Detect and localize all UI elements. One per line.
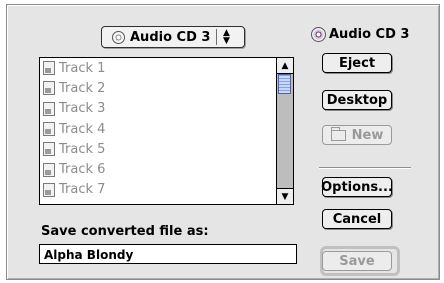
scroll-down-arrow-icon[interactable]: ▼	[277, 188, 293, 204]
new-folder-button[interactable]: New	[322, 125, 392, 145]
file-list-rows: Track 1 Track 2 Track 3 Track 4 Track 5 …	[40, 58, 275, 200]
file-list[interactable]: Track 1 Track 2 Track 3 Track 4 Track 5 …	[39, 57, 294, 205]
current-volume: Audio CD 3	[311, 27, 409, 42]
save-dialog: Audio CD 3 ▲ ▼ Audio CD 3 Track 1 Track 2…	[6, 4, 440, 280]
list-item-label: Track 3	[59, 101, 106, 117]
desktop-button[interactable]: Desktop	[322, 90, 392, 110]
list-item-label: Track 7	[59, 182, 106, 198]
filename-field[interactable]: Alpha Blondy	[39, 244, 297, 264]
eject-button[interactable]: Eject	[322, 53, 392, 73]
audio-file-icon	[43, 142, 55, 157]
list-item[interactable]: Track 7	[40, 180, 275, 200]
list-item[interactable]: Track 2	[40, 78, 275, 98]
volume-name: Audio CD 3	[329, 27, 410, 42]
scroll-up-arrow-icon[interactable]: ▲	[277, 58, 293, 74]
list-item-label: Track 1	[59, 60, 106, 76]
new-folder-icon	[330, 126, 346, 141]
audio-file-icon	[43, 182, 55, 197]
new-folder-label: New	[351, 127, 384, 143]
audio-file-icon	[43, 162, 55, 177]
list-item-label: Track 6	[59, 162, 106, 178]
list-item[interactable]: Track 1	[40, 58, 275, 78]
volume-popup-menu[interactable]: Audio CD 3 ▲ ▼	[101, 26, 245, 48]
list-item[interactable]: Track 5	[40, 139, 275, 159]
cd-icon	[112, 30, 125, 44]
audio-file-icon	[43, 81, 55, 96]
button-divider	[319, 167, 411, 168]
options-button[interactable]: Options...	[321, 177, 393, 197]
list-item[interactable]: Track 3	[40, 99, 275, 119]
save-button[interactable]: Save	[322, 251, 392, 271]
list-item-label: Track 2	[59, 80, 106, 96]
scroll-thumb[interactable]	[278, 74, 291, 94]
audio-file-icon	[43, 101, 55, 116]
list-item[interactable]: Track 4	[40, 119, 275, 139]
list-item[interactable]: Track 6	[40, 159, 275, 179]
save-as-label: Save converted file as:	[41, 224, 209, 239]
vertical-scrollbar[interactable]: ▲ ▼	[276, 58, 293, 204]
audio-file-icon	[43, 61, 55, 76]
popup-arrows-icon: ▲ ▼	[222, 28, 230, 46]
volume-cd-icon	[311, 27, 326, 42]
cancel-button[interactable]: Cancel	[322, 209, 392, 229]
list-item-label: Track 5	[59, 141, 106, 157]
audio-file-icon	[43, 122, 55, 137]
list-item-label: Track 4	[59, 121, 106, 137]
volume-popup-label: Audio CD 3	[130, 29, 211, 45]
